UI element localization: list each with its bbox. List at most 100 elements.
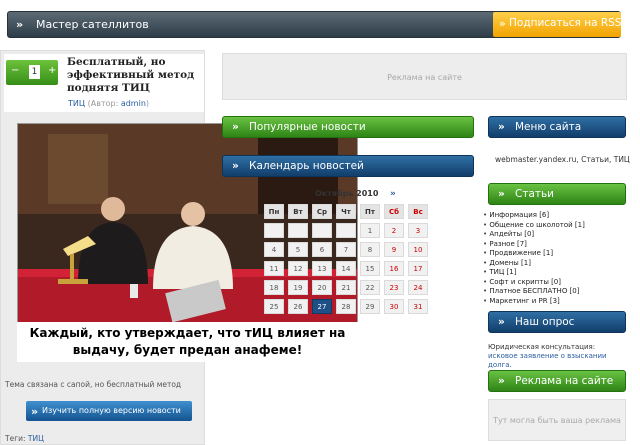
calendar-day[interactable]: 1 xyxy=(360,223,380,238)
calendar-day[interactable]: 26 xyxy=(288,299,308,314)
article-category-item[interactable]: Домены [1] xyxy=(483,259,585,269)
rss-subscribe-label: Подписаться на RSS 2.0 xyxy=(509,17,640,29)
site-menu-title: Меню сайта xyxy=(515,121,582,133)
calendar-weekday: Чт xyxy=(336,204,356,219)
post-note: Тема связана с сапой, но бесплатный мето… xyxy=(5,380,182,389)
post-tags: Теги: ТИЦ xyxy=(5,434,44,443)
calendar-weekday: Пт xyxy=(360,204,380,219)
calendar-day[interactable]: 16 xyxy=(384,261,404,276)
poll-text-prefix: Юридическая консультация: xyxy=(488,343,596,351)
article-category-item[interactable]: Софт и скрипты [0] xyxy=(483,278,585,288)
calendar-day[interactable]: 15 xyxy=(360,261,380,276)
poll-link[interactable]: исковое заявление о взыскании долга xyxy=(488,352,607,369)
right-ad-placeholder[interactable]: Тут могла быть ваша реклама xyxy=(488,399,626,441)
chevron-right-icon: » xyxy=(232,121,239,133)
calendar-empty-cell xyxy=(288,223,308,238)
right-ad-header[interactable]: » Реклама на сайте xyxy=(488,370,626,392)
article-category-item[interactable]: Информация [6] xyxy=(483,211,585,221)
site-menu-links[interactable]: webmaster.yandex.ru, Статьи, ТИЦ xyxy=(495,155,630,164)
calendar-day[interactable]: 6 xyxy=(312,242,332,257)
calendar-day[interactable]: 18 xyxy=(264,280,284,295)
calendar-weekday: Вс xyxy=(408,204,428,219)
calendar-weekday: Сб xyxy=(384,204,404,219)
center-ad-banner[interactable]: Реклама на сайте xyxy=(222,53,627,100)
chevron-right-icon: » xyxy=(498,375,505,387)
calendar-day[interactable]: 23 xyxy=(384,280,404,295)
calendar-day[interactable]: 20 xyxy=(312,280,332,295)
calendar-day[interactable]: 5 xyxy=(288,242,308,257)
article-category-item[interactable]: ТИЦ [1] xyxy=(483,268,585,278)
popular-news-header[interactable]: » Популярные новости xyxy=(222,116,474,138)
chevron-right-icon: » xyxy=(499,18,506,30)
calendar-day[interactable]: 7 xyxy=(336,242,356,257)
article-category-item[interactable]: Апдейты [0] xyxy=(483,230,585,240)
calendar-weekday: Ср xyxy=(312,204,332,219)
chevron-right-icon: » xyxy=(498,121,505,133)
calendar-day[interactable]: 28 xyxy=(336,299,356,314)
chevron-right-icon: » xyxy=(498,188,505,200)
articles-header[interactable]: » Статьи xyxy=(488,183,626,205)
calendar-day[interactable]: 13 xyxy=(312,261,332,276)
article-category-item[interactable]: Продвижение [1] xyxy=(483,249,585,259)
tags-label: Теги: xyxy=(5,434,28,443)
calendar-header[interactable]: » Календарь новостей xyxy=(222,155,474,177)
calendar-day[interactable]: 24 xyxy=(408,280,428,295)
calendar-day[interactable]: 14 xyxy=(336,261,356,276)
rating-minus-button[interactable]: − xyxy=(11,65,19,76)
calendar-day[interactable]: 10 xyxy=(408,242,428,257)
article-category-item[interactable]: Общение со школотой [1] xyxy=(483,221,584,231)
articles-list: Информация [6]Общение со школотой [1]Апд… xyxy=(483,211,585,307)
calendar-day[interactable]: 19 xyxy=(288,280,308,295)
chevron-right-icon: » xyxy=(31,405,38,418)
rating-widget: − 1 + xyxy=(6,60,58,85)
article-category-item[interactable]: Маркетинг и PR [3] xyxy=(483,297,585,307)
calendar-empty-cell xyxy=(264,223,284,238)
popular-news-title: Популярные новости xyxy=(249,121,366,133)
calendar-weekday: Пн xyxy=(264,204,284,219)
calendar-day[interactable]: 21 xyxy=(336,280,356,295)
article-category-item[interactable]: Платное БЕСПЛАТНО [0] xyxy=(483,287,585,297)
calendar-month: Октябрь 2010 xyxy=(315,189,379,198)
calendar-day[interactable]: 25 xyxy=(264,299,284,314)
article-category-item[interactable]: Разное [7] xyxy=(483,240,585,250)
calendar-empty-cell xyxy=(336,223,356,238)
author-prefix: (Автор: xyxy=(87,99,121,108)
poll-text: Юридическая консультация: исковое заявле… xyxy=(488,343,626,370)
poll-header[interactable]: » Наш опрос xyxy=(488,311,626,333)
calendar-day[interactable]: 4 xyxy=(264,242,284,257)
calendar-day[interactable]: 27 xyxy=(312,299,332,314)
tag-link[interactable]: ТИЦ xyxy=(28,434,44,443)
calendar-day[interactable]: 30 xyxy=(384,299,404,314)
calendar-next-month-button[interactable]: » xyxy=(390,189,396,199)
articles-title: Статьи xyxy=(515,188,555,200)
site-title[interactable]: Мастер сателлитов xyxy=(36,18,149,31)
calendar-weekday: Вт xyxy=(288,204,308,219)
calendar-day[interactable]: 17 xyxy=(408,261,428,276)
right-ad-title: Реклама на сайте xyxy=(515,375,614,387)
author-suffix: ) xyxy=(145,99,150,108)
post-category-link[interactable]: ТИЦ xyxy=(68,99,85,108)
rss-subscribe-button[interactable]: » Подписаться на RSS 2.0 xyxy=(493,12,640,37)
chevron-right-icon: » xyxy=(16,18,23,31)
rating-plus-button[interactable]: + xyxy=(48,65,56,76)
post-author-link[interactable]: admin xyxy=(121,99,146,108)
chevron-right-icon: » xyxy=(498,316,505,328)
calendar-day[interactable]: 11 xyxy=(264,261,284,276)
rating-value: 1 xyxy=(29,65,40,79)
calendar-day[interactable]: 9 xyxy=(384,242,404,257)
image-caption: Каждый, кто утверждает, что тИЦ влияет н… xyxy=(17,322,358,362)
read-full-button[interactable]: » Изучить полную версию новости xyxy=(26,401,192,421)
site-menu-header[interactable]: » Меню сайта xyxy=(488,116,626,138)
calendar-empty-cell xyxy=(312,223,332,238)
calendar-day[interactable]: 8 xyxy=(360,242,380,257)
poll-title: Наш опрос xyxy=(515,316,575,328)
calendar-day[interactable]: 31 xyxy=(408,299,428,314)
calendar-title: Календарь новостей xyxy=(249,160,364,172)
calendar-day[interactable]: 3 xyxy=(408,223,428,238)
poll-text-suffix: . xyxy=(509,361,512,369)
calendar-day[interactable]: 12 xyxy=(288,261,308,276)
calendar-day[interactable]: 29 xyxy=(360,299,380,314)
calendar-day[interactable]: 22 xyxy=(360,280,380,295)
calendar-day[interactable]: 2 xyxy=(384,223,404,238)
post-title[interactable]: Бесплатный, но эффективный метод поднятя… xyxy=(67,56,201,95)
